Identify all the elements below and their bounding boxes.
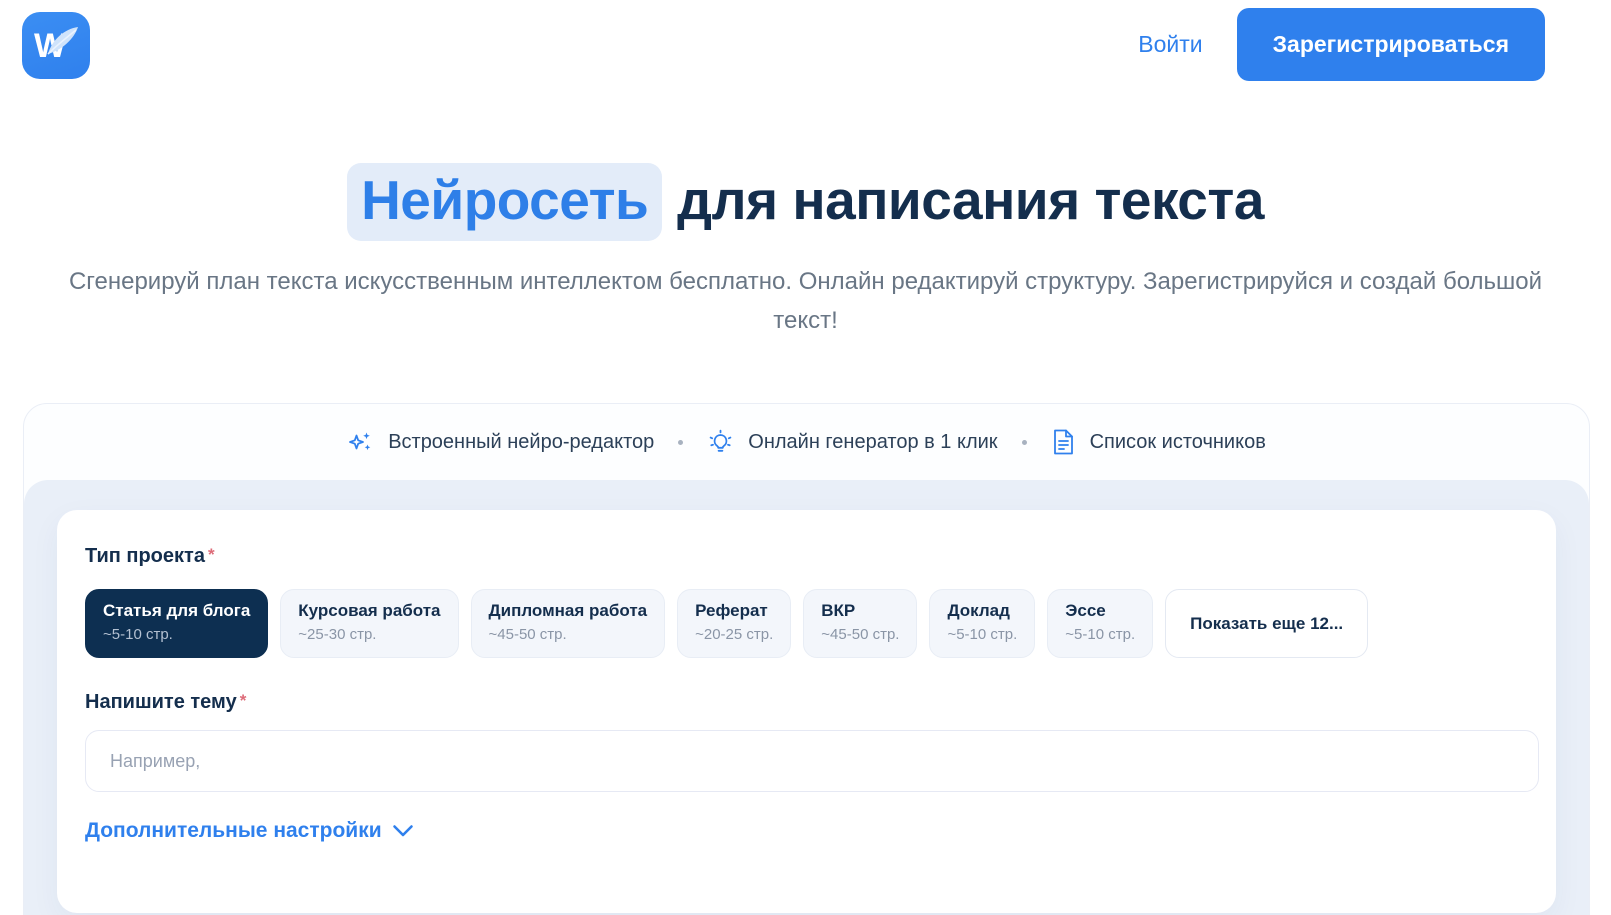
signup-button[interactable]: Зарегистрироваться: [1237, 8, 1545, 81]
feature-label: Встроенный нейро-редактор: [388, 431, 654, 454]
dot-separator: [1022, 440, 1027, 445]
feature-item: Онлайн генератор в 1 клик: [707, 429, 997, 456]
chip-pages: ~5-10 стр.: [947, 626, 1017, 643]
required-asterisk: *: [208, 545, 215, 564]
features-row: Встроенный нейро-редактор Онлайн генерато…: [24, 404, 1589, 480]
feature-item: Встроенный нейро-редактор: [347, 429, 654, 456]
generator-panel: Встроенный нейро-редактор Онлайн генерато…: [23, 403, 1590, 915]
form-card: Тип проекта* Статья для блога ~5-10 стр. К…: [57, 510, 1556, 913]
project-type-chip[interactable]: Курсовая работа ~25-30 стр.: [280, 589, 458, 658]
required-asterisk: *: [240, 691, 247, 710]
chip-title: Доклад: [947, 601, 1017, 621]
chevron-down-icon: [392, 824, 414, 838]
project-type-chips: Статья для блога ~5-10 стр. Курсовая работ…: [85, 589, 1528, 658]
topic-input[interactable]: [85, 730, 1539, 792]
lightbulb-icon: [707, 429, 734, 456]
feature-label: Онлайн генератор в 1 клик: [748, 431, 997, 454]
project-type-chip[interactable]: Доклад ~5-10 стр.: [929, 589, 1035, 658]
sparkles-icon: [347, 429, 374, 456]
header: W Войти Зарегистрироваться: [0, 0, 1611, 96]
header-actions: Войти Зарегистрироваться: [1138, 8, 1545, 81]
app-logo[interactable]: W: [22, 12, 90, 79]
project-type-chip[interactable]: ВКР ~45-50 стр.: [803, 589, 917, 658]
topic-label: Напишите тему*: [85, 691, 1528, 714]
chip-pages: ~25-30 стр.: [298, 626, 440, 643]
feather-icon: [46, 26, 80, 58]
chip-title: Курсовая работа: [298, 601, 440, 621]
show-more-label: Показать еще 12...: [1190, 614, 1343, 634]
hero-section: Нейросеть для написания текста Сгенериру…: [0, 168, 1611, 340]
landing-page: W Войти Зарегистрироваться Нейросеть для…: [0, 0, 1611, 915]
feature-item: Список источников: [1051, 428, 1266, 456]
dot-separator: [678, 440, 683, 445]
advanced-settings-label: Дополнительные настройки: [85, 819, 382, 843]
advanced-settings-toggle[interactable]: Дополнительные настройки: [85, 819, 414, 843]
chip-pages: ~45-50 стр.: [489, 626, 648, 643]
chip-title: Эссе: [1065, 601, 1135, 621]
project-type-label: Тип проекта*: [85, 545, 1528, 568]
chip-pages: ~5-10 стр.: [1065, 626, 1135, 643]
chip-title: Статья для блога: [103, 601, 250, 621]
show-more-chip[interactable]: Показать еще 12...: [1165, 589, 1368, 658]
hero-subtitle: Сгенерируй план текста искусственным инт…: [41, 262, 1571, 340]
chip-title: Дипломная работа: [489, 601, 648, 621]
project-type-chip[interactable]: Дипломная работа ~45-50 стр.: [471, 589, 666, 658]
project-type-chip[interactable]: Статья для блога ~5-10 стр.: [85, 589, 268, 658]
page-title: Нейросеть для написания текста: [0, 168, 1611, 232]
chip-pages: ~20-25 стр.: [695, 626, 773, 643]
chip-title: ВКР: [821, 601, 899, 621]
chip-pages: ~45-50 стр.: [821, 626, 899, 643]
form-panel: Тип проекта* Статья для блога ~5-10 стр. К…: [24, 480, 1589, 915]
chip-pages: ~5-10 стр.: [103, 626, 250, 643]
feature-label: Список источников: [1090, 431, 1266, 454]
document-icon: [1051, 428, 1076, 456]
project-type-chip[interactable]: Реферат ~20-25 стр.: [677, 589, 791, 658]
login-link[interactable]: Войти: [1138, 31, 1202, 58]
title-highlight: Нейросеть: [347, 163, 662, 241]
project-type-chip[interactable]: Эссе ~5-10 стр.: [1047, 589, 1153, 658]
title-rest: для написания текста: [662, 169, 1264, 231]
chip-title: Реферат: [695, 601, 773, 621]
